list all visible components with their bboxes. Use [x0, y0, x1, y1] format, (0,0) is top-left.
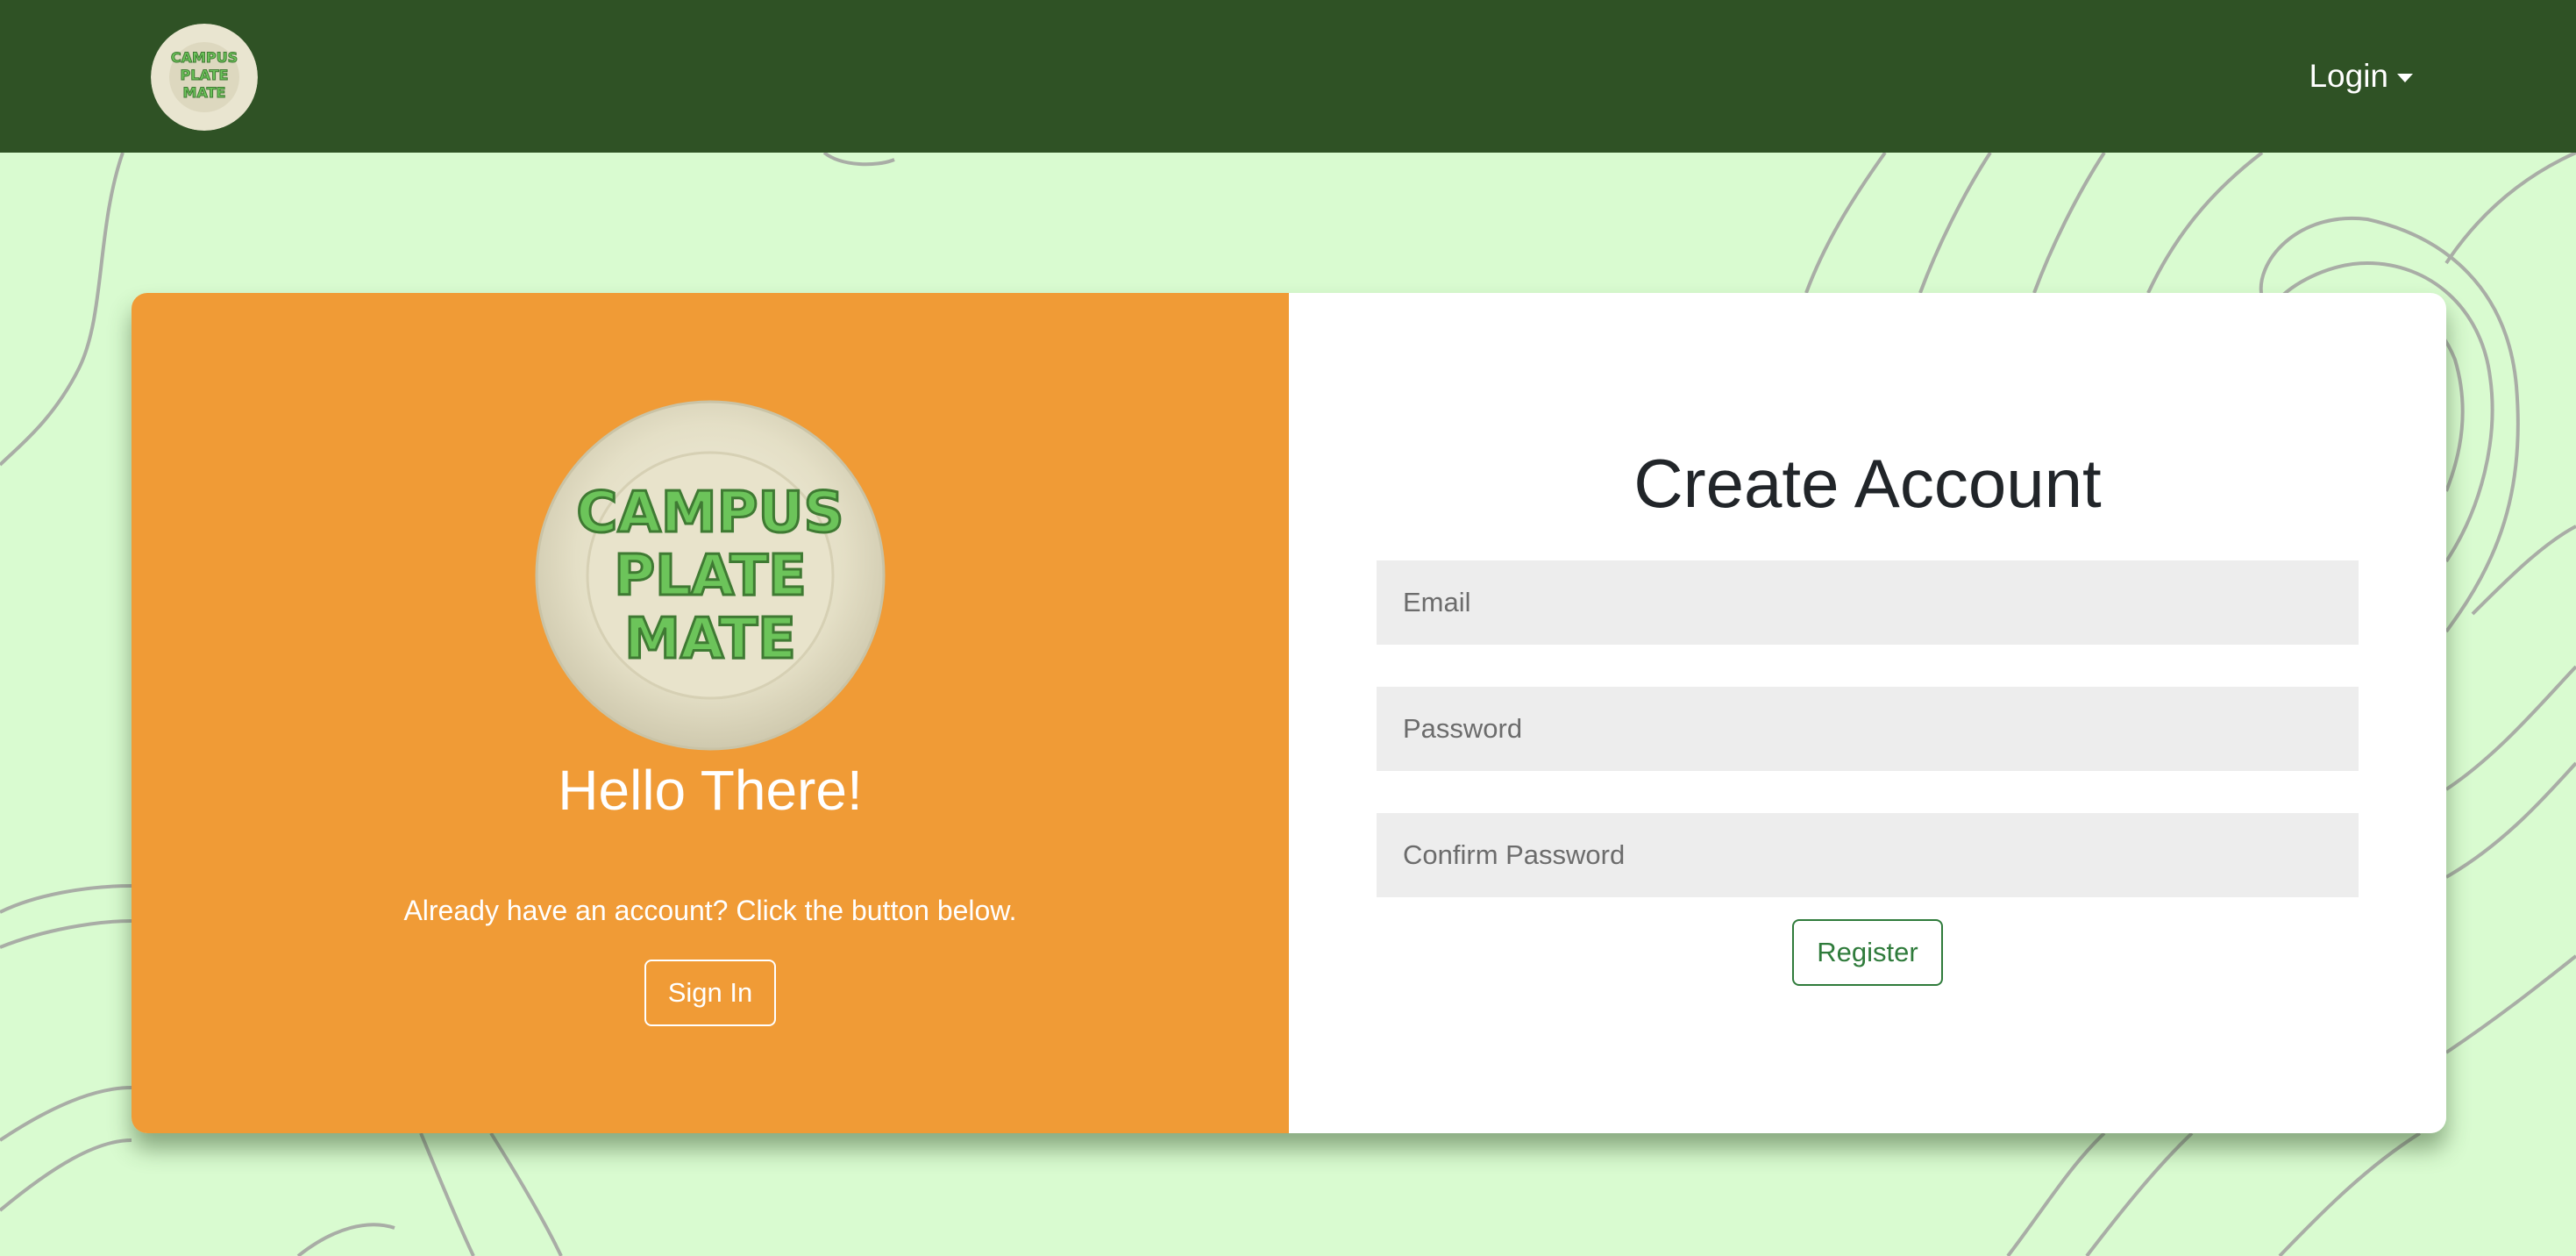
- hello-heading: Hello There!: [558, 759, 863, 822]
- campus-plate-mate-plate-logo: CAMPUS PLATE MATE: [535, 400, 886, 751]
- auth-card: CAMPUS PLATE MATE Hello There! Already h…: [132, 293, 2446, 1133]
- campus-plate-mate-logo[interactable]: CAMPUS PLATE MATE: [151, 24, 258, 131]
- password-field[interactable]: [1377, 687, 2359, 771]
- create-account-title: Create Account: [1633, 445, 2102, 522]
- svg-text:MATE: MATE: [183, 84, 226, 101]
- login-dropdown[interactable]: Login: [2309, 53, 2413, 100]
- register-panel: Create Account Register: [1289, 293, 2446, 1133]
- svg-text:PLATE: PLATE: [614, 544, 807, 609]
- top-navbar: CAMPUS PLATE MATE Login: [0, 0, 2576, 153]
- svg-text:MATE: MATE: [624, 607, 796, 672]
- confirm-password-field[interactable]: [1377, 813, 2359, 897]
- svg-text:PLATE: PLATE: [181, 67, 229, 83]
- signin-prompt-text: Already have an account? Click the butto…: [403, 895, 1017, 926]
- login-label: Login: [2309, 58, 2388, 94]
- caret-down-icon: [2397, 74, 2413, 82]
- welcome-panel: CAMPUS PLATE MATE Hello There! Already h…: [132, 293, 1289, 1133]
- register-button[interactable]: Register: [1792, 919, 1943, 986]
- svg-text:CAMPUS: CAMPUS: [576, 481, 843, 546]
- sign-in-button[interactable]: Sign In: [644, 960, 776, 1026]
- email-field[interactable]: [1377, 560, 2359, 645]
- svg-text:CAMPUS: CAMPUS: [171, 49, 238, 66]
